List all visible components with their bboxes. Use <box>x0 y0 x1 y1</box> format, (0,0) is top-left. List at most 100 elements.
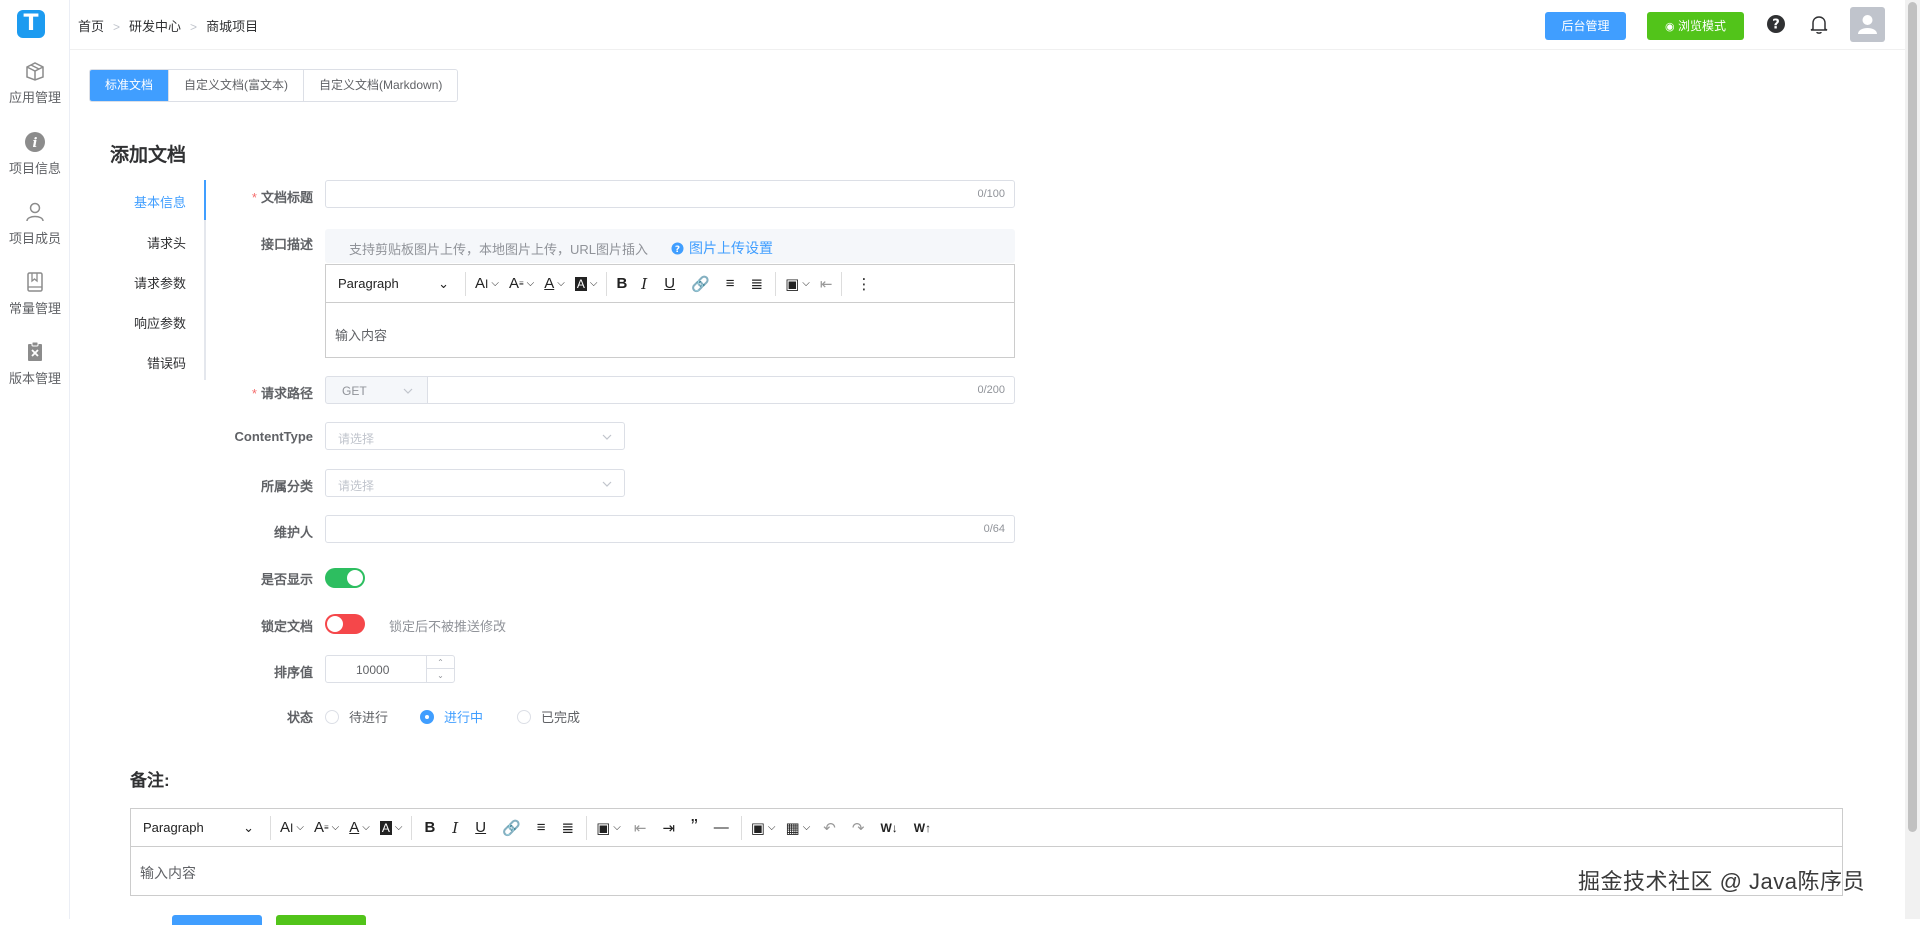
underline-icon[interactable]: U <box>656 265 683 303</box>
avatar[interactable] <box>1850 7 1885 42</box>
word-import-icon[interactable]: W↓ <box>872 809 905 847</box>
italic-icon[interactable]: I <box>632 265 656 303</box>
maintainer-input[interactable]: 0/64 <box>325 515 1015 543</box>
editor-toolbar: Paragraph ⌄ A I ⌵ A ≡ ⌵ A ⌵ A ⌵ B I U 🔗 ≡ ≣ ▣ ⌵ … <box>326 265 1014 303</box>
app-logo[interactable]: T <box>17 10 45 38</box>
blockquote-icon[interactable]: ” <box>683 809 706 847</box>
path-input[interactable]: 0/200 <box>427 376 1015 404</box>
section-nav: 基本信息 请求头 请求参数 响应参数 错误码 <box>120 180 206 380</box>
increment-button[interactable]: ⌃ <box>427 656 454 669</box>
secondary-button[interactable] <box>276 915 366 925</box>
sidebar-item-label: 常量管理 <box>8 301 61 316</box>
outdent-icon[interactable]: ⇤ <box>626 809 655 847</box>
bg-color-button[interactable]: A ⌵ <box>570 265 603 303</box>
vertical-scrollbar[interactable] <box>1905 0 1920 919</box>
bold-icon[interactable]: B <box>611 265 632 303</box>
undo-icon[interactable]: ↶ <box>815 809 844 847</box>
bell-icon[interactable] <box>1808 13 1830 35</box>
section-error-codes[interactable]: 错误码 <box>147 353 186 372</box>
scrollbar-thumb[interactable] <box>1908 2 1917 832</box>
radio-circle <box>517 709 531 724</box>
more-icon[interactable]: ⋮ <box>846 265 881 303</box>
title-input[interactable]: 0/100 <box>325 180 1015 208</box>
font-size-button[interactable]: A I ⌵ <box>470 265 504 303</box>
sidebar-item-label: 应用管理 <box>8 90 61 105</box>
top-bar: 首页 > 研发中心 > 商城项目 后台管理 ◉ 浏览模式 ? <box>70 0 1905 50</box>
submit-button[interactable] <box>172 915 262 925</box>
tab-custom-markdown[interactable]: 自定义文档(Markdown) <box>304 70 458 101</box>
block-format-select[interactable]: Paragraph ⌄ <box>326 265 461 303</box>
status-radio-pending[interactable]: 待进行 <box>325 707 388 726</box>
table-icon[interactable]: ▦ ⌵ <box>781 809 816 847</box>
block-format-select[interactable]: Paragraph ⌄ <box>131 809 266 847</box>
radio-circle <box>420 709 434 724</box>
indent-icon[interactable]: ⇥ <box>654 809 683 847</box>
svg-text:?: ? <box>1772 18 1780 33</box>
status-label: 状态 <box>286 710 313 725</box>
numbered-list-icon[interactable]: ≣ <box>554 809 583 847</box>
sidebar-item-label: 项目成员 <box>8 231 61 246</box>
numbered-list-icon[interactable]: ≣ <box>743 265 772 303</box>
section-request-params[interactable]: 请求参数 <box>134 273 186 292</box>
redo-icon[interactable]: ↷ <box>844 809 873 847</box>
remark-title: 备注: <box>130 771 170 790</box>
line-height-button[interactable]: A ≡ ⌵ <box>504 265 539 303</box>
lock-label: 锁定文档 <box>260 619 313 634</box>
sidebar-item-versions[interactable]: 版本管理 <box>0 341 70 387</box>
italic-icon[interactable]: I <box>443 809 467 847</box>
package-icon <box>26 62 44 81</box>
admin-button[interactable]: 后台管理 <box>1545 12 1626 40</box>
bold-icon[interactable]: B <box>416 809 443 847</box>
lock-switch[interactable] <box>325 614 365 634</box>
image-upload-settings-link[interactable]: ? 图片上传设置 <box>671 238 773 258</box>
code-block-icon[interactable]: ▣ ⌵ <box>780 265 815 303</box>
chevron-down-icon <box>602 481 612 487</box>
bg-color-button[interactable]: A ⌵ <box>375 809 408 847</box>
path-label: * 请求路径 <box>251 386 313 401</box>
editor-placeholder: 输入内容 <box>335 328 388 343</box>
line-height-button[interactable]: A ≡ ⌵ <box>309 809 344 847</box>
help-icon[interactable]: ? <box>1765 13 1787 35</box>
outdent-icon[interactable]: ⇤ <box>815 265 838 303</box>
font-size-button[interactable]: A I ⌵ <box>275 809 309 847</box>
sidebar-item-label: 项目信息 <box>8 161 61 176</box>
sidebar-item-project-info[interactable]: i 项目信息 <box>0 131 70 177</box>
method-select[interactable]: GET <box>325 376 428 404</box>
breadcrumb-item[interactable]: 研发中心 <box>129 16 181 35</box>
content-type-select[interactable]: 请选择 <box>325 422 625 450</box>
sidebar-item-project-members[interactable]: 项目成员 <box>0 201 70 247</box>
sidebar-item-constants[interactable]: 常量管理 <box>0 271 70 317</box>
eye-icon: ◉ <box>1665 21 1675 33</box>
word-export-icon[interactable]: W↑ <box>906 809 939 847</box>
sort-number-input[interactable]: 10000 ⌃ ⌄ <box>325 655 455 683</box>
sidebar-item-app-management[interactable]: 应用管理 <box>0 60 70 106</box>
category-select[interactable]: 请选择 <box>325 469 625 497</box>
doc-type-tabs: 标准文档 自定义文档(富文本) 自定义文档(Markdown) <box>89 69 459 102</box>
underline-icon[interactable]: U <box>467 809 494 847</box>
font-color-button[interactable]: A ⌵ <box>344 809 375 847</box>
tab-custom-richtext[interactable]: 自定义文档(富文本) <box>169 70 305 101</box>
tab-standard-doc[interactable]: 标准文档 <box>90 70 170 101</box>
divider-icon[interactable]: — <box>706 809 737 847</box>
question-circle-icon: ? <box>671 242 684 255</box>
decrement-button[interactable]: ⌄ <box>427 669 454 682</box>
link-icon[interactable]: 🔗 <box>683 265 718 303</box>
link-icon[interactable]: 🔗 <box>494 809 529 847</box>
bullet-list-icon[interactable]: ≡ <box>529 809 554 847</box>
content-type-placeholder: 请选择 <box>338 432 375 446</box>
visible-label: 是否显示 <box>260 572 313 587</box>
image-icon[interactable]: ▣ ⌵ <box>746 809 781 847</box>
browse-mode-button[interactable]: ◉ 浏览模式 <box>1647 12 1744 40</box>
code-block-icon[interactable]: ▣ ⌵ <box>591 809 626 847</box>
font-color-button[interactable]: A ⌵ <box>539 265 570 303</box>
section-response-params[interactable]: 响应参数 <box>134 313 186 332</box>
description-editor[interactable]: Paragraph ⌄ A I ⌵ A ≡ ⌵ A ⌵ A ⌵ B I U 🔗 ≡ ≣ ▣ ⌵ … <box>325 264 1015 358</box>
breadcrumb-item[interactable]: 首页 <box>78 16 104 35</box>
bullet-list-icon[interactable]: ≡ <box>718 265 743 303</box>
status-radio-in-progress[interactable]: 进行中 <box>420 707 483 726</box>
category-placeholder: 请选择 <box>338 479 375 493</box>
status-radio-done[interactable]: 已完成 <box>517 707 580 726</box>
visible-switch[interactable] <box>325 568 365 588</box>
maintainer-label: 维护人 <box>273 525 313 540</box>
category-label: 所属分类 <box>260 479 313 494</box>
